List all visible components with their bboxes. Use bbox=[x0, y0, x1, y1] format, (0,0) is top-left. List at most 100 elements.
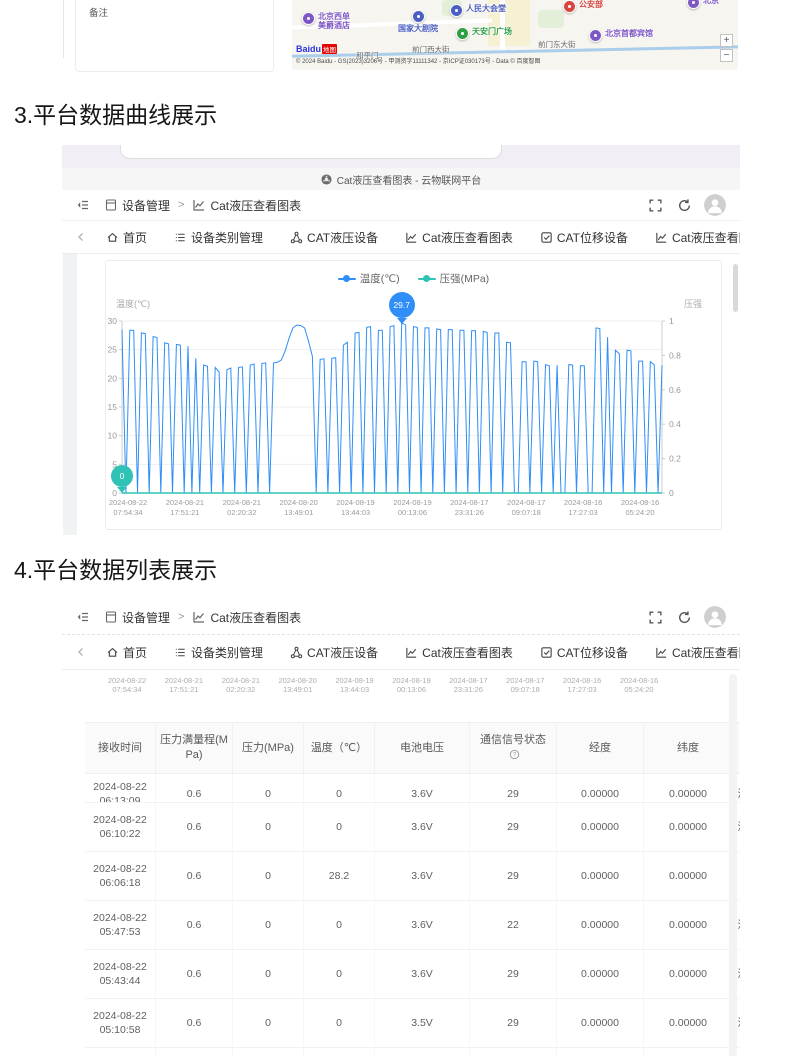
breadcrumb-page[interactable]: Cat液压查看图表 bbox=[210, 197, 301, 214]
chart-icon bbox=[192, 198, 206, 212]
chart-icon bbox=[655, 646, 668, 659]
breadcrumb-section[interactable]: 设备管理 bbox=[122, 197, 170, 214]
browser-chrome-strip bbox=[62, 145, 740, 168]
sidebar-collapse-icon[interactable] bbox=[76, 198, 90, 212]
refresh-icon[interactable] bbox=[677, 610, 692, 625]
map-poi[interactable]: 公安部 bbox=[563, 0, 603, 13]
curve-chart[interactable]: 30252015105010.80.60.40.20温度(℃)压强2024-08… bbox=[106, 297, 721, 523]
svg-text:17:51:21: 17:51:21 bbox=[170, 508, 199, 517]
svg-text:09:07:18: 09:07:18 bbox=[512, 508, 541, 517]
app-header: 设备管理 > Cat液压查看图表 bbox=[62, 600, 740, 635]
map-poi-label: 人民大会堂 bbox=[466, 4, 506, 13]
chart-icon bbox=[192, 610, 206, 624]
baidu-map[interactable]: 北京西单美爵酒店国家大剧院人民大会堂天安门广场公安部北京首都宾馆北京 前门西大街… bbox=[292, 0, 738, 70]
x-axis-label: 2024-08-1900:13:06 bbox=[379, 676, 443, 694]
x-axis-label: 2024-08-2013:49:01 bbox=[266, 676, 330, 694]
fullscreen-icon[interactable] bbox=[648, 610, 663, 625]
column-header: 接收时间 bbox=[85, 723, 156, 774]
data-table: 接收时间压力满量程(MPa)压力(MPa)温度（℃）电池电压通信信号状态?经度纬… bbox=[85, 722, 740, 1056]
map-poi[interactable]: 国家大剧院 bbox=[412, 10, 438, 33]
help-circle-icon[interactable]: ? bbox=[509, 749, 520, 760]
map-pin-icon bbox=[563, 0, 576, 13]
scrollbar-thumb[interactable] bbox=[733, 264, 738, 312]
tab-Cat液压查看图表[interactable]: Cat液压查看图表 bbox=[405, 229, 513, 246]
tab-设备类别管理[interactable]: 设备类别管理 bbox=[174, 229, 263, 246]
tab-Cat液压查看图表[interactable]: Cat液压查看图表 bbox=[655, 644, 740, 661]
svg-text:25: 25 bbox=[108, 345, 118, 355]
x-axis-label: 2024-08-2102:20:32 bbox=[209, 676, 273, 694]
device-management-icon bbox=[104, 610, 118, 624]
refresh-icon[interactable] bbox=[677, 198, 692, 213]
map-poi[interactable]: 人民大会堂 bbox=[450, 4, 506, 17]
peak-marker-pin: 29.7 bbox=[389, 292, 415, 318]
map-road-label: 前门东大街 bbox=[538, 39, 576, 50]
window-title: Cat液压查看图表 - 云物联网平台 bbox=[337, 172, 481, 187]
svg-text:2024-08-16: 2024-08-16 bbox=[621, 498, 659, 507]
breadcrumb-section[interactable]: 设备管理 bbox=[122, 609, 170, 626]
legend-item[interactable]: 温度(℃) bbox=[338, 271, 400, 286]
map-poi-label: 公安部 bbox=[579, 0, 603, 9]
svg-text:2024-08-20: 2024-08-20 bbox=[279, 498, 317, 507]
svg-text:0.6: 0.6 bbox=[669, 385, 681, 395]
tab-CAT液压设备[interactable]: CAT液压设备 bbox=[290, 644, 378, 661]
chevron-left-icon[interactable] bbox=[74, 230, 88, 244]
device-management-icon bbox=[104, 198, 118, 212]
map-poi[interactable]: 北京西单美爵酒店 bbox=[302, 12, 350, 30]
chart-screenshot: Cat液压查看图表 - 云物联网平台 设备管理 > Cat液压查看图表 首页 设备… bbox=[62, 145, 740, 535]
column-header: 电池电压 bbox=[375, 723, 470, 774]
avatar[interactable] bbox=[704, 606, 726, 628]
svg-text:2024-08-21: 2024-08-21 bbox=[166, 498, 204, 507]
legend-item[interactable]: 压强(MPa) bbox=[418, 271, 490, 286]
map-poi-label: 北京西单美爵酒店 bbox=[318, 12, 350, 30]
tab-首页[interactable]: 首页 bbox=[106, 229, 147, 246]
x-axis-label: 2024-08-1709:07:18 bbox=[493, 676, 557, 694]
map-zoom-in-button[interactable]: + bbox=[720, 34, 733, 47]
svg-text:0.8: 0.8 bbox=[669, 350, 681, 360]
panel-edge-line bbox=[63, 0, 64, 58]
map-poi-label: 北京 bbox=[703, 0, 719, 5]
column-header: 压力满量程(MPa) bbox=[156, 723, 233, 774]
chevron-left-icon[interactable] bbox=[74, 645, 88, 659]
map-poi[interactable]: 天安门广场 bbox=[456, 27, 512, 40]
table-row: 2024-08-22 06:13:090.6003.6V290.000000.0… bbox=[85, 774, 740, 803]
column-header: 压力(MPa) bbox=[233, 723, 304, 774]
svg-text:2024-08-17: 2024-08-17 bbox=[507, 498, 545, 507]
table-row: 2024-08-22 06:10:220.6003.6V290.000000.0… bbox=[85, 803, 740, 852]
scrollbar-track[interactable] bbox=[729, 674, 737, 1056]
tab-设备类别管理[interactable]: 设备类别管理 bbox=[174, 644, 263, 661]
section-3-heading: 3.平台数据曲线展示 bbox=[14, 96, 217, 130]
breadcrumb-page[interactable]: Cat液压查看图表 bbox=[210, 609, 301, 626]
svg-text:23:31:26: 23:31:26 bbox=[455, 508, 484, 517]
map-poi[interactable]: 北京 bbox=[687, 0, 719, 9]
tab-Cat液压查看图表[interactable]: Cat液压查看图表 bbox=[405, 644, 513, 661]
svg-text:2024-08-21: 2024-08-21 bbox=[223, 498, 261, 507]
avatar[interactable] bbox=[704, 194, 726, 216]
breadcrumb-separator: > bbox=[178, 199, 184, 211]
list-icon bbox=[174, 231, 187, 244]
sidebar-collapse-icon[interactable] bbox=[76, 610, 90, 624]
table-row: 2024-08-22 05:04:190.6003.6V290.000000.0… bbox=[85, 1048, 740, 1056]
url-bar-fragment bbox=[120, 145, 502, 159]
map-poi-label: 天安门广场 bbox=[472, 27, 512, 36]
tab-CAT液压设备[interactable]: CAT液压设备 bbox=[290, 229, 378, 246]
baidu-logo: Baidu 地图 bbox=[296, 44, 337, 54]
svg-text:0.4: 0.4 bbox=[669, 419, 681, 429]
map-poi[interactable]: 北京首都宾馆 bbox=[589, 29, 653, 42]
svg-text:10: 10 bbox=[108, 431, 118, 441]
tab-CAT位移设备[interactable]: CAT位移设备 bbox=[540, 229, 628, 246]
fullscreen-icon[interactable] bbox=[648, 198, 663, 213]
column-header: 温度（℃） bbox=[304, 723, 375, 774]
svg-text:15: 15 bbox=[108, 402, 118, 412]
tab-CAT位移设备[interactable]: CAT位移设备 bbox=[540, 644, 628, 661]
map-pin-icon bbox=[412, 10, 425, 23]
x-axis-label: 2024-08-1723:31:26 bbox=[436, 676, 500, 694]
tab-Cat液压查看图表[interactable]: Cat液压查看图表 bbox=[655, 229, 740, 246]
tab-首页[interactable]: 首页 bbox=[106, 644, 147, 661]
map-zoom-out-button[interactable]: − bbox=[720, 49, 733, 62]
svg-text:压强: 压强 bbox=[684, 299, 702, 309]
svg-text:02:20:32: 02:20:32 bbox=[227, 508, 256, 517]
x-axis-label: 2024-08-2207:54:34 bbox=[95, 676, 159, 694]
map-pin-icon bbox=[456, 27, 469, 40]
chart-icon bbox=[655, 231, 668, 244]
svg-text:温度(℃): 温度(℃) bbox=[116, 298, 150, 309]
